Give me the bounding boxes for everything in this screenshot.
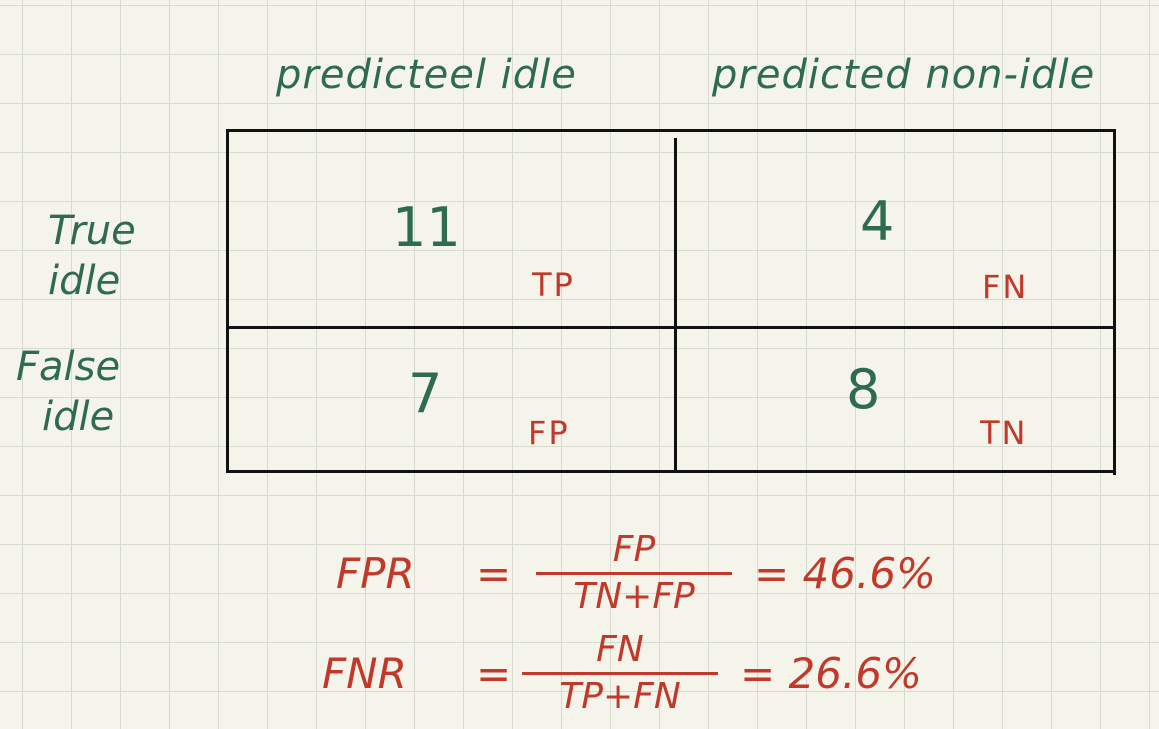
matrix-right-border bbox=[1113, 129, 1116, 475]
fpr-formula: FPR = FP TN+FP = 46.6% bbox=[336, 530, 936, 617]
cell-fp-tag: FP bbox=[528, 414, 570, 452]
fnr-label: FNR bbox=[322, 649, 407, 698]
fpr-numerator: FP bbox=[612, 529, 656, 570]
cell-fn-tag: FN bbox=[982, 268, 1029, 306]
cell-fn-value: 4 bbox=[860, 190, 895, 253]
matrix-left-border bbox=[226, 129, 229, 473]
fpr-equals: = bbox=[476, 549, 512, 598]
row-header-false-idle-line2: idle bbox=[42, 394, 115, 440]
fpr-fraction: FP TN+FP bbox=[536, 530, 732, 617]
fnr-equals: = bbox=[476, 649, 512, 698]
fpr-denominator: TN+FP bbox=[573, 576, 695, 617]
matrix-center-line bbox=[674, 138, 677, 472]
fnr-numerator: FN bbox=[596, 629, 644, 670]
matrix-middle-line bbox=[226, 326, 1116, 329]
column-header-predicted-non-idle: predicted non-idle bbox=[712, 52, 1096, 98]
cell-tp-tag: TP bbox=[532, 266, 575, 304]
fpr-fraction-bar bbox=[536, 572, 732, 575]
fnr-formula: FNR = FN TP+FN = 26.6% bbox=[322, 630, 922, 717]
row-header-true-idle: True idle bbox=[48, 206, 136, 306]
matrix-top-border bbox=[226, 129, 1116, 132]
matrix-bottom-border bbox=[226, 470, 1116, 473]
row-header-false-idle: False idle bbox=[16, 342, 120, 442]
fpr-result: = 46.6% bbox=[754, 549, 936, 598]
cell-tn-tag: TN bbox=[980, 414, 1028, 452]
cell-tn-value: 8 bbox=[846, 358, 881, 421]
row-header-true-idle-line2: idle bbox=[48, 258, 121, 304]
cell-tp-value: 11 bbox=[392, 196, 461, 259]
fnr-denominator: TP+FN bbox=[559, 676, 681, 717]
fpr-label: FPR bbox=[336, 549, 415, 598]
column-header-predicted-idle: predicteel idle bbox=[276, 52, 577, 98]
fnr-fraction: FN TP+FN bbox=[522, 630, 718, 717]
row-header-false-idle-line1: False bbox=[16, 344, 121, 390]
row-header-true-idle-line1: True bbox=[48, 208, 136, 254]
fnr-result: = 26.6% bbox=[740, 649, 922, 698]
cell-fp-value: 7 bbox=[408, 362, 443, 425]
fnr-fraction-bar bbox=[522, 672, 718, 675]
